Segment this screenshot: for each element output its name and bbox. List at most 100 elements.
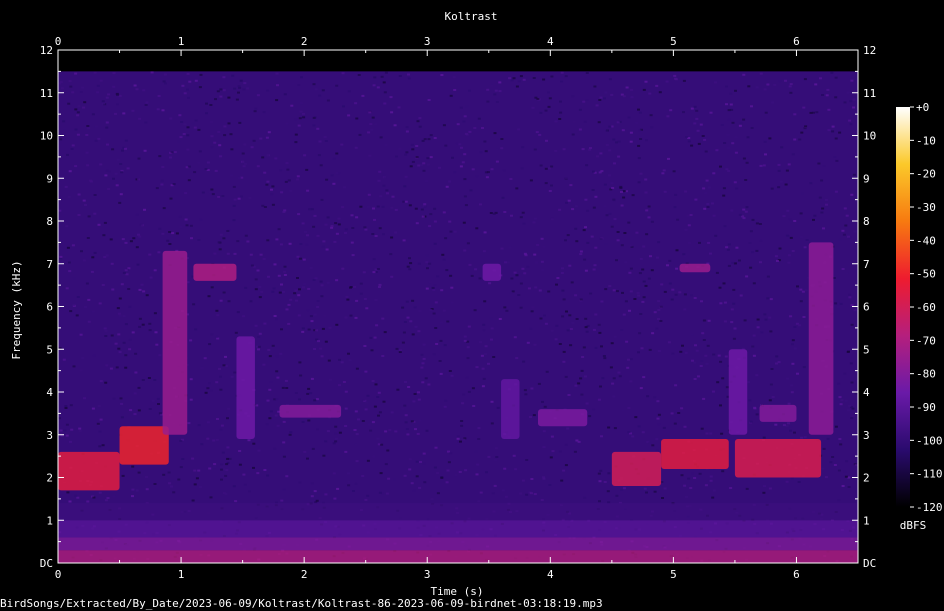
noise-pixel bbox=[177, 140, 181, 143]
noise-pixel bbox=[616, 231, 620, 233]
noise-pixel bbox=[383, 102, 387, 105]
noise-pixel bbox=[364, 370, 368, 373]
noise-pixel bbox=[709, 252, 712, 255]
noise-pixel bbox=[280, 283, 283, 286]
noise-pixel bbox=[707, 241, 711, 244]
noise-pixel bbox=[630, 96, 634, 99]
noise-pixel bbox=[281, 386, 285, 389]
noise-pixel bbox=[459, 165, 463, 168]
noise-pixel bbox=[854, 464, 858, 467]
noise-pixel bbox=[659, 320, 663, 322]
noise-pixel bbox=[524, 393, 528, 396]
noise-pixel bbox=[481, 367, 485, 370]
noise-pixel bbox=[667, 341, 671, 344]
noise-pixel bbox=[656, 417, 660, 420]
noise-pixel bbox=[707, 319, 711, 322]
noise-pixel bbox=[472, 405, 476, 407]
noise-pixel bbox=[436, 472, 440, 475]
noise-pixel bbox=[622, 196, 626, 199]
noise-pixel bbox=[107, 170, 111, 173]
noise-pixel bbox=[354, 443, 358, 446]
noise-pixel bbox=[448, 180, 452, 183]
noise-pixel bbox=[145, 476, 148, 478]
noise-pixel bbox=[762, 164, 766, 167]
noise-pixel bbox=[519, 306, 523, 309]
noise-pixel bbox=[429, 156, 433, 159]
noise-pixel bbox=[603, 205, 607, 208]
noise-pixel bbox=[466, 357, 470, 360]
noise-pixel bbox=[64, 407, 68, 409]
noise-pixel bbox=[422, 452, 426, 455]
noise-pixel bbox=[637, 181, 641, 184]
noise-pixel bbox=[569, 344, 573, 347]
noise-pixel bbox=[97, 223, 101, 226]
noise-pixel bbox=[101, 444, 105, 447]
noise-pixel bbox=[685, 136, 689, 138]
noise-pixel bbox=[254, 107, 258, 110]
noise-pixel bbox=[831, 130, 835, 133]
noise-pixel bbox=[462, 120, 466, 123]
noise-pixel bbox=[376, 86, 380, 89]
noise-pixel bbox=[411, 160, 415, 163]
noise-pixel bbox=[825, 94, 829, 97]
noise-pixel bbox=[684, 351, 688, 354]
noise-pixel bbox=[693, 378, 697, 380]
noise-pixel bbox=[66, 491, 70, 494]
noise-pixel bbox=[769, 330, 773, 333]
noise-pixel bbox=[102, 234, 106, 237]
noise-pixel bbox=[554, 338, 558, 341]
noise-pixel bbox=[135, 489, 139, 492]
noise-pixel bbox=[506, 261, 510, 264]
noise-pixel bbox=[646, 395, 650, 398]
noise-pixel bbox=[782, 477, 785, 480]
noise-pixel bbox=[495, 101, 499, 103]
noise-pixel bbox=[610, 342, 614, 345]
noise-pixel bbox=[756, 326, 760, 329]
noise-pixel bbox=[577, 440, 581, 443]
noise-pixel bbox=[562, 360, 566, 363]
noise-pixel bbox=[87, 298, 91, 301]
noise-pixel bbox=[327, 359, 331, 362]
noise-pixel bbox=[649, 114, 653, 117]
y-tick-label-left: 5 bbox=[46, 343, 53, 356]
noise-pixel bbox=[408, 268, 412, 271]
noise-pixel bbox=[265, 183, 269, 186]
noise-pixel bbox=[169, 156, 172, 159]
noise-pixel bbox=[255, 404, 259, 407]
y-tick-label-left: 10 bbox=[40, 130, 53, 143]
noise-pixel bbox=[351, 254, 355, 257]
noise-pixel bbox=[785, 425, 789, 427]
noise-pixel bbox=[137, 409, 141, 412]
noise-pixel bbox=[655, 438, 659, 441]
noise-pixel bbox=[179, 466, 183, 469]
noise-pixel bbox=[689, 487, 693, 489]
noise-pixel bbox=[296, 277, 299, 279]
noise-pixel bbox=[519, 216, 523, 219]
noise-pixel bbox=[727, 264, 731, 267]
noise-pixel bbox=[124, 323, 128, 326]
noise-pixel bbox=[802, 316, 806, 318]
noise-pixel bbox=[287, 179, 291, 182]
song-event bbox=[162, 250, 188, 435]
noise-pixel bbox=[104, 329, 108, 332]
noise-pixel bbox=[283, 93, 287, 96]
noise-pixel bbox=[550, 435, 554, 438]
noise-pixel bbox=[131, 495, 134, 498]
noise-pixel bbox=[582, 346, 586, 349]
noise-pixel bbox=[753, 407, 757, 410]
noise-pixel bbox=[462, 438, 466, 441]
noise-pixel bbox=[404, 175, 408, 178]
x-tick-label-bottom: 3 bbox=[424, 568, 431, 581]
y-tick-label-left: 11 bbox=[40, 87, 53, 100]
noise-pixel bbox=[115, 184, 119, 187]
x-tick-label-top: 0 bbox=[55, 35, 62, 48]
noise-pixel bbox=[787, 402, 791, 405]
noise-pixel bbox=[643, 487, 647, 490]
noise-pixel bbox=[403, 404, 407, 407]
noise-pixel bbox=[627, 358, 630, 361]
noise-pixel bbox=[286, 168, 290, 171]
colorbar-tick-label: -70 bbox=[916, 334, 936, 347]
noise-pixel bbox=[210, 188, 214, 191]
noise-pixel bbox=[703, 207, 707, 210]
noise-pixel bbox=[99, 163, 103, 166]
